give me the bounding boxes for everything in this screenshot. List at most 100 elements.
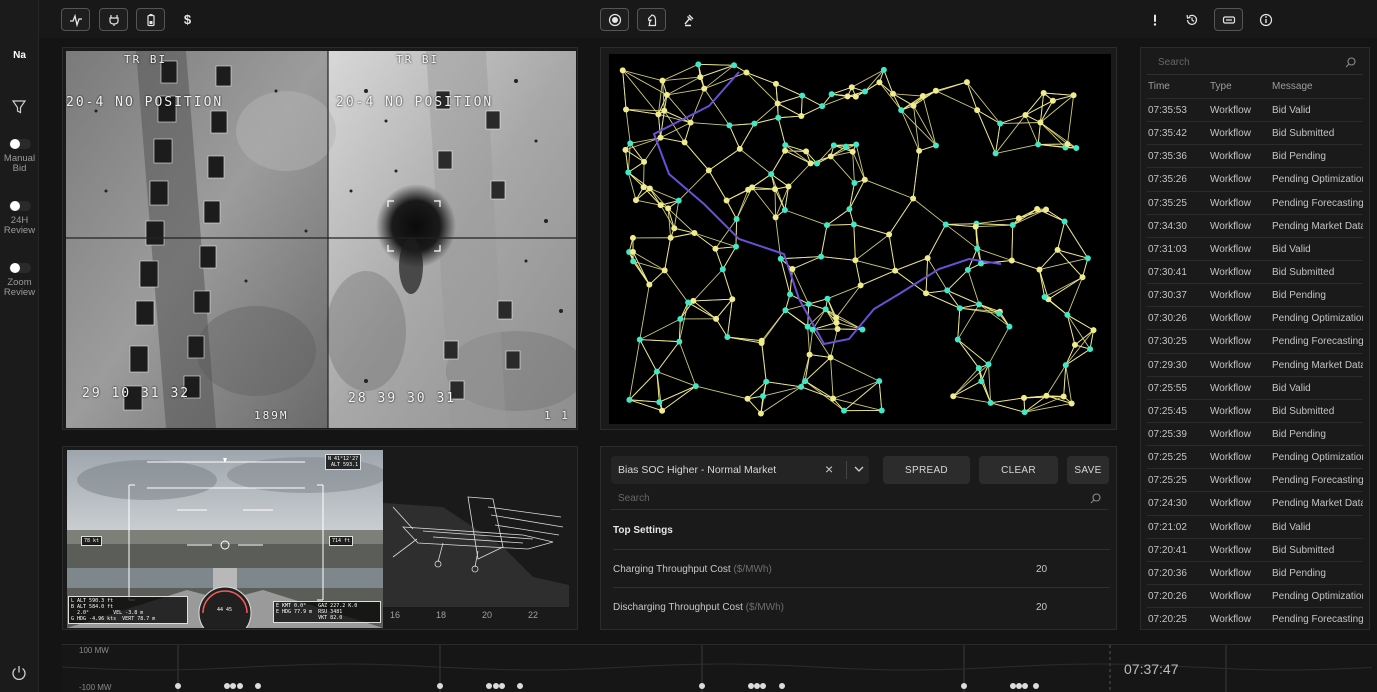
graph-node [712, 245, 719, 252]
log-row[interactable]: 07:25:25 Workflow Pending Optimization [1147, 445, 1363, 468]
record-button[interactable] [600, 8, 629, 31]
24h-review-toggle[interactable] [8, 201, 31, 211]
graph-node [833, 314, 840, 321]
strategy-button[interactable] [637, 8, 666, 31]
pulse-button[interactable] [61, 8, 90, 31]
graph-node [974, 245, 981, 252]
video-feed[interactable]: TR BI 20-4 NO POSITION 29 10 31 32 189M … [66, 51, 576, 428]
column-header-type[interactable]: Type [1210, 81, 1232, 92]
log-row[interactable]: 07:35:26 Workflow Pending Optimization [1147, 167, 1363, 190]
graph-node [978, 378, 985, 385]
log-row[interactable]: 07:29:30 Workflow Pending Market Data [1147, 352, 1363, 376]
setting-row-discharging[interactable]: Discharging Throughput Cost ($/MWh) 20 [613, 587, 1110, 625]
spread-button[interactable]: SPREAD [883, 456, 970, 484]
clear-button[interactable]: CLEAR [979, 456, 1058, 484]
graph-node [924, 255, 931, 262]
graph-node [785, 183, 792, 190]
log-row[interactable]: 07:20:25 Workflow Pending Forecasting [1147, 607, 1363, 630]
search-icon[interactable] [1090, 493, 1101, 504]
log-row[interactable]: 07:25:39 Workflow Bid Pending [1147, 421, 1363, 445]
zoom-review-toggle[interactable] [8, 263, 31, 273]
log-search-input[interactable]: Search [1158, 57, 1190, 68]
graph-node [661, 267, 668, 274]
preset-select[interactable]: Bias SOC Higher - Normal Market × [611, 456, 869, 484]
log-row[interactable]: 07:31:03 Workflow Bid Valid [1147, 236, 1363, 260]
log-message-cell: Pending Forecasting [1272, 336, 1363, 348]
log-row[interactable]: 07:24:30 Workflow Pending Market Data [1147, 491, 1363, 514]
network-graph[interactable] [609, 54, 1111, 424]
log-type-cell: Workflow [1210, 544, 1251, 556]
hud-readout-left: L ALT 590.3 ft B ALT 584.0 ft 2.0° VEL -… [68, 596, 188, 624]
log-search-divider [1147, 74, 1363, 75]
graph-node [807, 160, 814, 167]
log-row[interactable]: 07:35:42 Workflow Bid Submitted [1147, 121, 1363, 144]
log-row[interactable]: 07:20:26 Workflow Pending Optimization [1147, 583, 1363, 607]
log-row[interactable]: 07:30:41 Workflow Bid Submitted [1147, 259, 1363, 283]
toggle-switch-icon [1222, 15, 1235, 24]
log-time-cell: 07:30:26 [1148, 313, 1187, 325]
battery-button[interactable] [136, 8, 165, 31]
search-icon[interactable] [1345, 57, 1356, 68]
log-row[interactable]: 07:35:25 Workflow Pending Forecasting [1147, 190, 1363, 214]
graph-node [851, 179, 858, 186]
toggle-switch-button[interactable] [1214, 8, 1243, 31]
log-row[interactable]: 07:25:45 Workflow Bid Submitted [1147, 398, 1363, 422]
cockpit-hud-view[interactable]: N 41°12'27 ALT 593.1 78 kt 714 ft L ALT … [67, 450, 383, 628]
clear-preset-icon[interactable]: × [825, 461, 833, 477]
history-button[interactable] [1177, 8, 1206, 31]
log-row[interactable]: 07:34:30 Workflow Pending Market Data [1147, 213, 1363, 237]
left-feed-grid: 29 10 31 32 [82, 386, 191, 401]
filter-icon[interactable] [11, 99, 27, 115]
avatar[interactable]: Na [0, 50, 39, 61]
log-row[interactable]: 07:35:53 Workflow Bid Valid [1147, 98, 1363, 121]
chevron-down-icon[interactable] [853, 463, 865, 475]
graph-node [819, 103, 826, 110]
setting-value[interactable]: 20 [1036, 564, 1047, 575]
plug-button[interactable] [99, 8, 128, 31]
graph-node [798, 113, 805, 120]
graph-node [749, 184, 756, 191]
log-row[interactable]: 07:25:25 Workflow Pending Forecasting [1147, 468, 1363, 491]
log-time-cell: 07:35:26 [1148, 174, 1187, 186]
timeline-event-dot [748, 683, 754, 689]
log-row[interactable]: 07:30:26 Workflow Pending Optimization [1147, 306, 1363, 329]
save-button[interactable]: SAVE [1067, 456, 1109, 484]
log-row[interactable]: 07:21:02 Workflow Bid Valid [1147, 514, 1363, 538]
log-row[interactable]: 07:20:41 Workflow Bid Submitted [1147, 537, 1363, 561]
setting-label: Charging Throughput Cost ($/MWh) [613, 564, 772, 575]
alert-button[interactable] [1140, 8, 1169, 31]
graph-node [687, 119, 694, 126]
power-icon[interactable] [10, 664, 28, 682]
log-row[interactable]: 07:35:36 Workflow Bid Pending [1147, 144, 1363, 167]
log-table-body: 07:35:53 Workflow Bid Valid 07:35:42 Workflo… [1147, 98, 1363, 630]
log-row[interactable]: 07:25:55 Workflow Bid Valid [1147, 375, 1363, 399]
settings-search-input[interactable]: Search [618, 493, 650, 504]
info-button[interactable] [1251, 8, 1280, 31]
log-row[interactable]: 07:30:25 Workflow Pending Forecasting [1147, 329, 1363, 352]
graph-node [1090, 327, 1097, 334]
graph-node [656, 399, 663, 406]
column-header-message[interactable]: Message [1272, 81, 1313, 92]
log-time-cell: 07:25:25 [1148, 452, 1187, 464]
setting-row-charging[interactable]: Charging Throughput Cost ($/MWh) 20 [613, 549, 1110, 587]
log-message-cell: Pending Optimization [1272, 452, 1363, 464]
log-type-cell: Workflow [1210, 452, 1251, 464]
dollar-button[interactable]: $ [173, 8, 202, 31]
timeline-event-dot [486, 683, 492, 689]
graph-node [997, 120, 1004, 127]
gavel-button[interactable] [675, 8, 704, 31]
timeline-strip[interactable]: 100 MW -100 MW 07:37:47 [62, 644, 1377, 692]
graph-node [844, 93, 851, 100]
manual-bid-toggle[interactable] [8, 139, 31, 149]
x-tick: 20 [482, 610, 493, 620]
graph-node [697, 74, 704, 81]
graph-node [655, 111, 662, 118]
timeline-bottom-label: -100 MW [79, 683, 112, 692]
timeline-clock: 07:37:47 [1124, 661, 1179, 677]
column-header-time[interactable]: Time [1148, 81, 1170, 92]
graph-node [972, 223, 979, 230]
log-row[interactable]: 07:30:37 Workflow Bid Pending [1147, 283, 1363, 306]
timeline-event-dot [224, 683, 230, 689]
log-row[interactable]: 07:20:36 Workflow Bid Pending [1147, 560, 1363, 584]
setting-value[interactable]: 20 [1036, 602, 1047, 613]
